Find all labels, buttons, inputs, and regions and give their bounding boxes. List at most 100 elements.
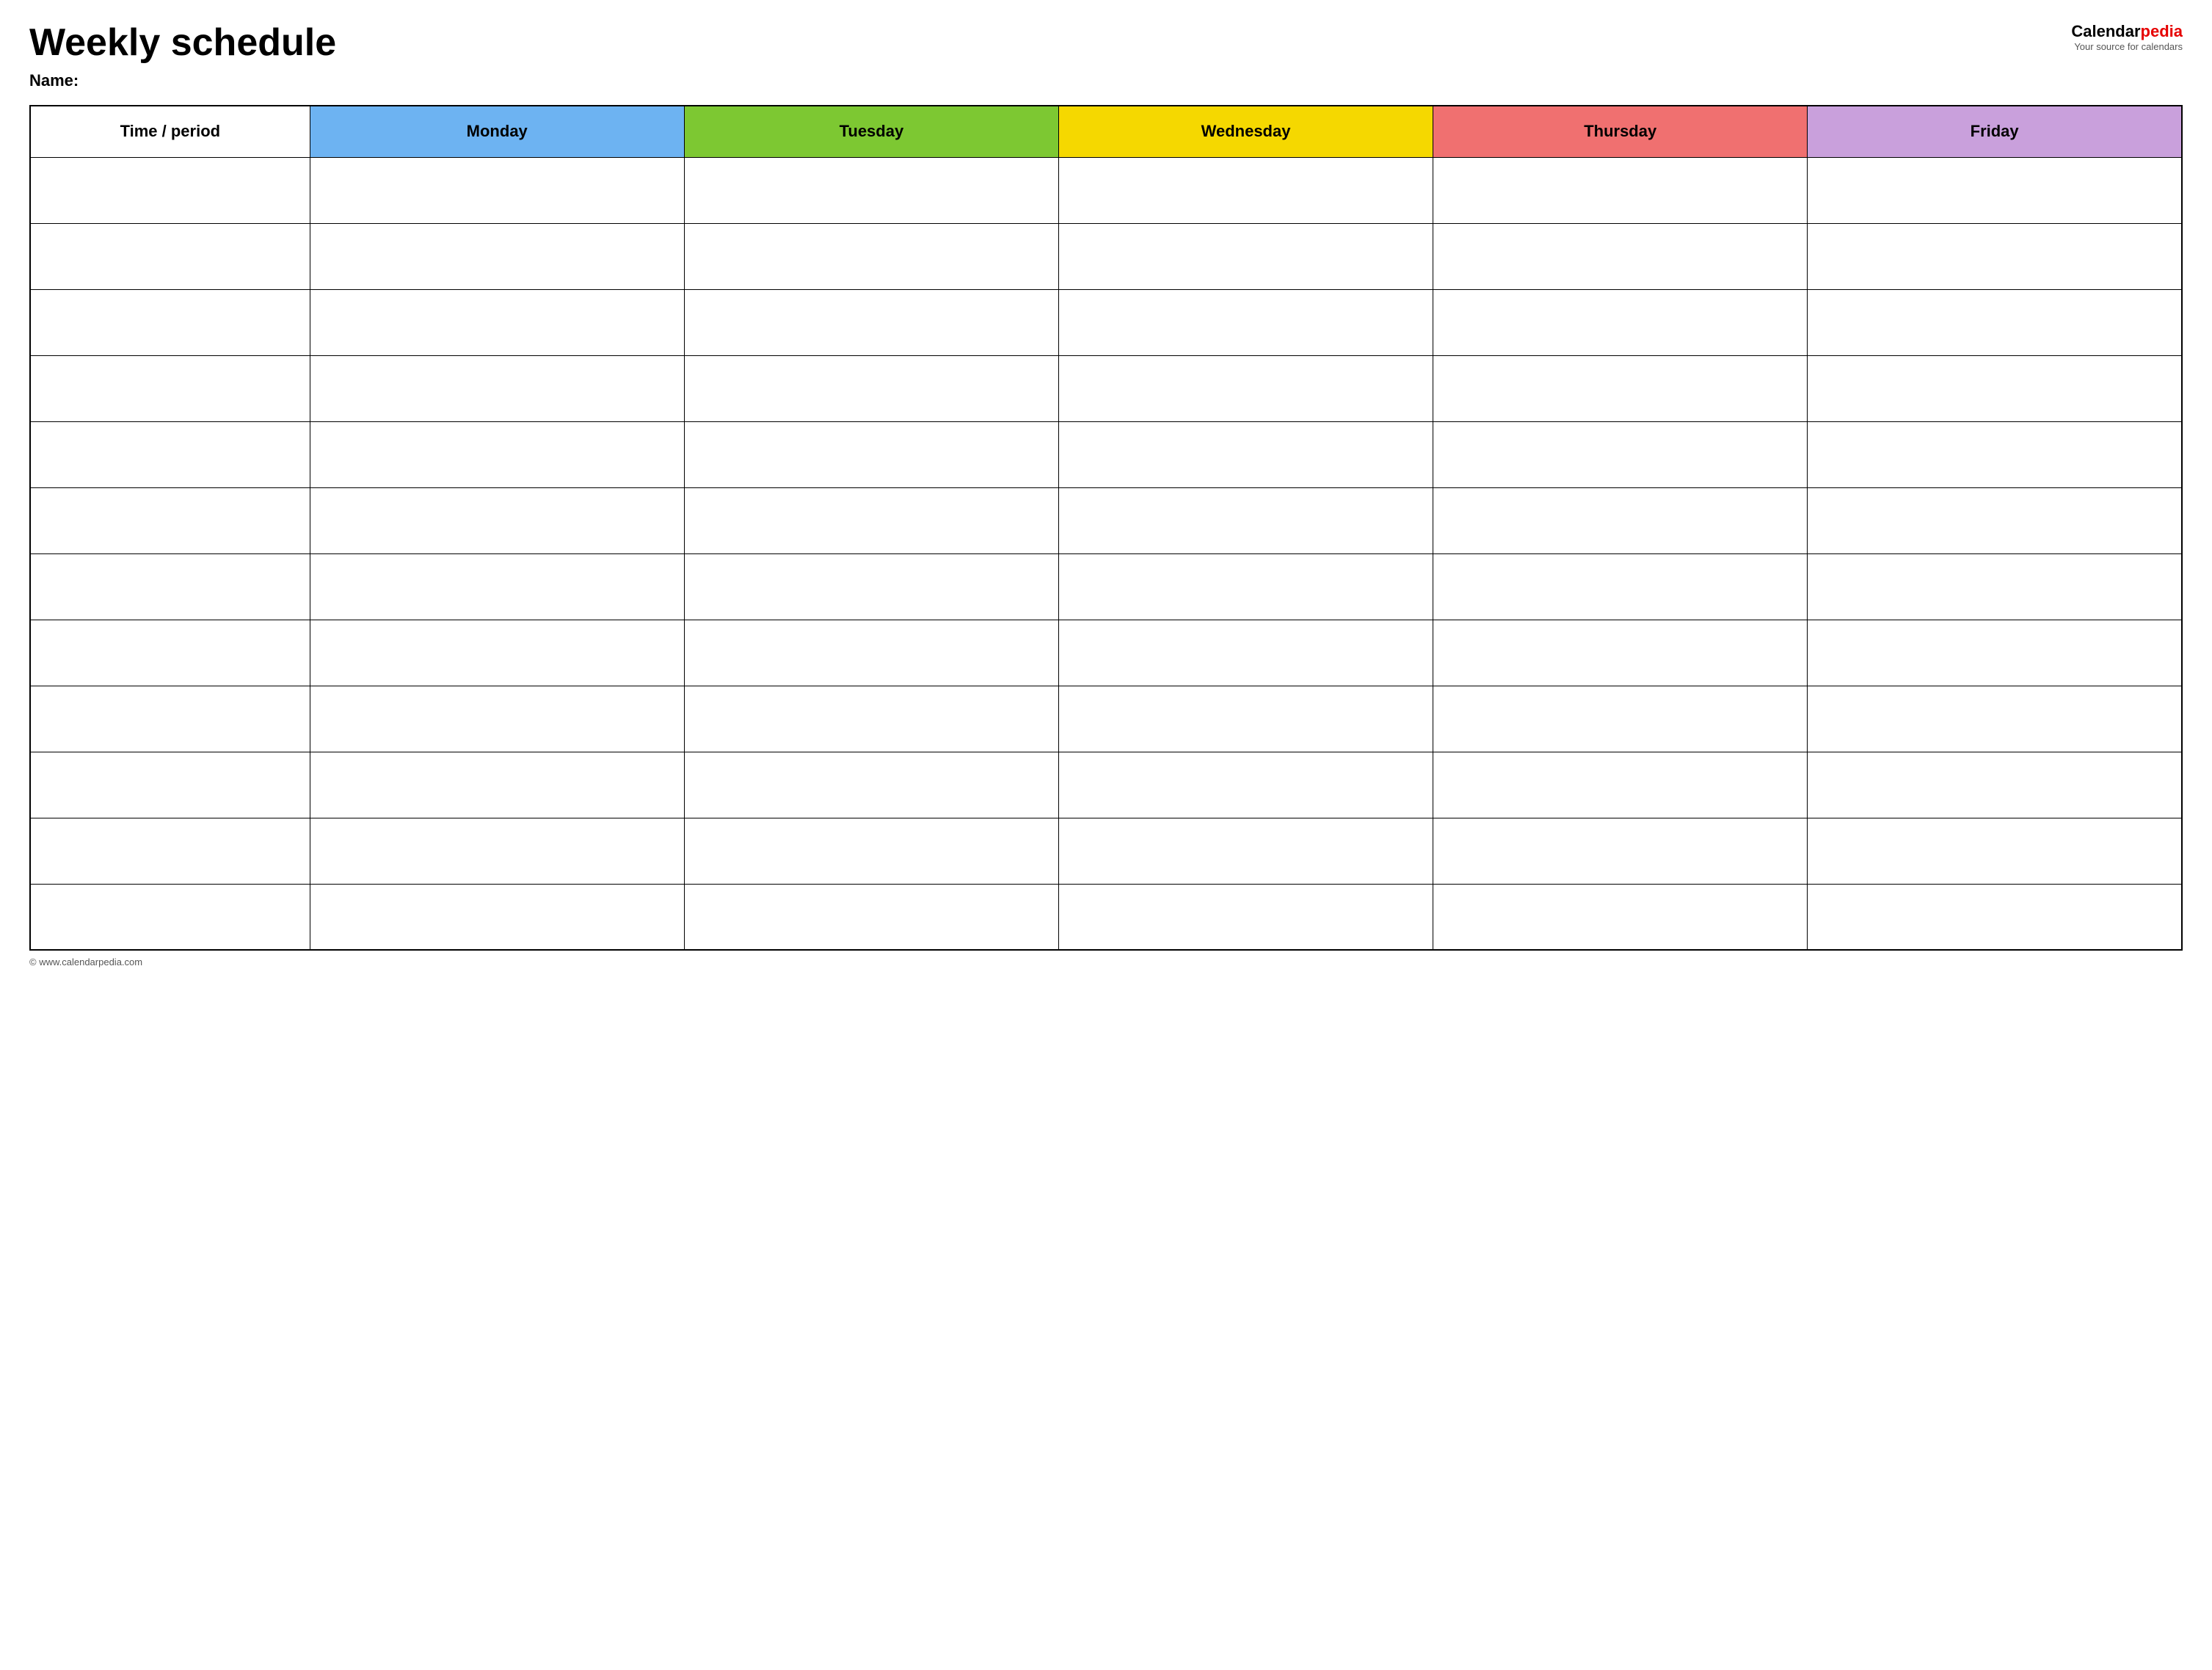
table-cell[interactable]: [30, 289, 310, 355]
table-cell[interactable]: [310, 289, 684, 355]
table-cell[interactable]: [30, 620, 310, 686]
table-cell[interactable]: [684, 686, 1058, 752]
table-cell[interactable]: [30, 157, 310, 223]
table-cell[interactable]: [1058, 487, 1433, 553]
col-header-friday: Friday: [1808, 106, 2182, 157]
table-cell[interactable]: [1058, 355, 1433, 421]
logo-area: Calendarpedia Your source for calendars: [2071, 22, 2183, 52]
table-row: [30, 818, 2182, 884]
table-cell[interactable]: [1058, 752, 1433, 818]
table-row: [30, 686, 2182, 752]
table-row: [30, 289, 2182, 355]
table-cell[interactable]: [30, 553, 310, 620]
table-cell[interactable]: [1433, 355, 1808, 421]
name-label: Name:: [29, 71, 2056, 90]
table-cell[interactable]: [30, 421, 310, 487]
table-cell[interactable]: [1808, 818, 2182, 884]
table-cell[interactable]: [30, 223, 310, 289]
table-cell[interactable]: [684, 487, 1058, 553]
table-cell[interactable]: [1808, 884, 2182, 950]
table-row: [30, 355, 2182, 421]
table-cell[interactable]: [684, 553, 1058, 620]
logo-tagline: Your source for calendars: [2071, 41, 2183, 52]
table-cell[interactable]: [1433, 157, 1808, 223]
table-cell[interactable]: [1433, 421, 1808, 487]
table-cell[interactable]: [1808, 686, 2182, 752]
table-row: [30, 487, 2182, 553]
table-cell[interactable]: [1433, 686, 1808, 752]
schedule-table: Time / period Monday Tuesday Wednesday T…: [29, 105, 2183, 951]
table-cell[interactable]: [310, 421, 684, 487]
table-cell[interactable]: [310, 686, 684, 752]
table-cell[interactable]: [1433, 487, 1808, 553]
table-cell[interactable]: [1433, 752, 1808, 818]
table-cell[interactable]: [1808, 620, 2182, 686]
table-cell[interactable]: [1808, 355, 2182, 421]
table-cell[interactable]: [1058, 620, 1433, 686]
table-cell[interactable]: [30, 355, 310, 421]
table-cell[interactable]: [310, 223, 684, 289]
table-cell[interactable]: [684, 752, 1058, 818]
table-cell[interactable]: [1058, 223, 1433, 289]
table-cell[interactable]: [1433, 884, 1808, 950]
table-cell[interactable]: [310, 884, 684, 950]
table-cell[interactable]: [684, 355, 1058, 421]
table-cell[interactable]: [1808, 487, 2182, 553]
page-title: Weekly schedule: [29, 22, 2056, 64]
col-header-time: Time / period: [30, 106, 310, 157]
table-cell[interactable]: [1433, 620, 1808, 686]
table-cell[interactable]: [310, 487, 684, 553]
table-cell[interactable]: [1433, 223, 1808, 289]
table-row: [30, 157, 2182, 223]
table-row: [30, 620, 2182, 686]
col-header-wednesday: Wednesday: [1058, 106, 1433, 157]
table-cell[interactable]: [310, 620, 684, 686]
table-cell[interactable]: [1808, 553, 2182, 620]
table-row: [30, 752, 2182, 818]
table-cell[interactable]: [1433, 818, 1808, 884]
col-header-tuesday: Tuesday: [684, 106, 1058, 157]
table-cell[interactable]: [1808, 289, 2182, 355]
table-cell[interactable]: [1433, 553, 1808, 620]
table-cell[interactable]: [1058, 553, 1433, 620]
table-cell[interactable]: [30, 884, 310, 950]
footer: © www.calendarpedia.com: [29, 956, 2183, 967]
table-cell[interactable]: [1808, 223, 2182, 289]
table-cell[interactable]: [1808, 157, 2182, 223]
table-cell[interactable]: [1058, 884, 1433, 950]
table-cell[interactable]: [310, 752, 684, 818]
table-cell[interactable]: [310, 553, 684, 620]
table-cell[interactable]: [310, 355, 684, 421]
table-cell[interactable]: [684, 289, 1058, 355]
table-cell[interactable]: [310, 818, 684, 884]
logo-calendar: Calendar: [2071, 22, 2140, 40]
table-cell[interactable]: [1433, 289, 1808, 355]
table-cell[interactable]: [684, 223, 1058, 289]
logo-pedia: pedia: [2141, 22, 2183, 40]
table-row: [30, 884, 2182, 950]
col-header-thursday: Thursday: [1433, 106, 1808, 157]
table-cell[interactable]: [310, 157, 684, 223]
table-cell[interactable]: [1058, 686, 1433, 752]
table-row: [30, 421, 2182, 487]
table-cell[interactable]: [1058, 157, 1433, 223]
table-cell[interactable]: [684, 818, 1058, 884]
table-row: [30, 553, 2182, 620]
table-cell[interactable]: [1058, 421, 1433, 487]
table-cell[interactable]: [684, 157, 1058, 223]
table-cell[interactable]: [1808, 421, 2182, 487]
table-cell[interactable]: [30, 818, 310, 884]
table-cell[interactable]: [30, 752, 310, 818]
table-cell[interactable]: [684, 620, 1058, 686]
table-cell[interactable]: [1808, 752, 2182, 818]
table-cell[interactable]: [1058, 289, 1433, 355]
table-row: [30, 223, 2182, 289]
table-cell[interactable]: [30, 487, 310, 553]
table-cell[interactable]: [30, 686, 310, 752]
table-header-row: Time / period Monday Tuesday Wednesday T…: [30, 106, 2182, 157]
title-area: Weekly schedule Name:: [29, 22, 2056, 90]
table-cell[interactable]: [1058, 818, 1433, 884]
table-cell[interactable]: [684, 421, 1058, 487]
col-header-monday: Monday: [310, 106, 684, 157]
table-cell[interactable]: [684, 884, 1058, 950]
